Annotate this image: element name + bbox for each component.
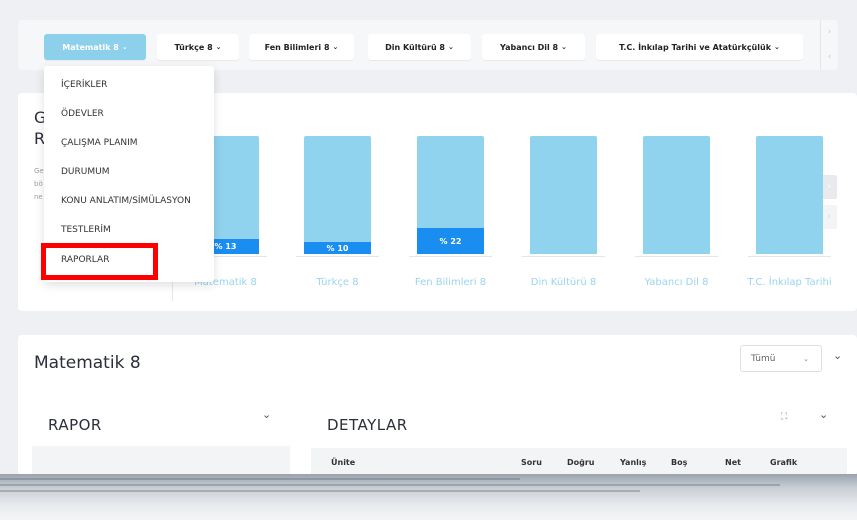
tab-inkilap-tarihi[interactable]: T.C. İnkılap Tarihi ve Atatürkçülük ⌄ (596, 34, 803, 60)
chevron-left-icon[interactable]: ‹ (821, 45, 838, 70)
col-net: Net (725, 458, 741, 467)
subject-title: Matematik 8 (34, 353, 141, 373)
tab-turkce-8[interactable]: Türkçe 8 ⌄ (157, 34, 239, 60)
overview-description: Ge bö ne (34, 167, 44, 201)
tab-matematik-8[interactable]: Matematik 8 ⌄ (44, 34, 146, 60)
bar-track[interactable] (756, 136, 823, 254)
raporlar-highlight-box (41, 243, 158, 280)
filter-value: Tümü (751, 353, 776, 364)
expand-icon[interactable]: ⛶ (781, 412, 787, 422)
category-label: Türkçe 8 (316, 277, 359, 288)
menu-item-odevler[interactable]: ÖDEVLER (61, 109, 104, 119)
chevron-down-icon: ⌄ (561, 43, 567, 51)
col-soru: Soru (521, 458, 542, 467)
detaylar-title: DETAYLAR (327, 416, 408, 434)
category-label: Din Kültürü 8 (530, 277, 597, 288)
col-unite: Ünite (331, 458, 356, 467)
chart-baseline (522, 256, 605, 257)
chevron-down-icon[interactable]: ⌄ (833, 349, 842, 362)
chart-baseline (635, 256, 718, 257)
tab-din-kulturu-8[interactable]: Din Kültürü 8 ⌄ (368, 34, 471, 60)
chevron-down-icon: ⌄ (215, 43, 222, 51)
category-label: Fen Bilimleri 8 (414, 277, 487, 288)
bar-track[interactable]: % 22 (417, 136, 484, 254)
chart-baseline (409, 256, 492, 257)
subject-tab-bar: Matematik 8 ⌄ Türkçe 8 ⌄ Fen Bilimleri 8 ⌄ … (18, 20, 838, 70)
menu-item-durumum[interactable]: DURUMUM (61, 167, 109, 177)
bar-value-fill: % 22 (417, 228, 484, 254)
filter-select[interactable]: Tümü ⌄ (740, 345, 822, 372)
rapor-card: RAPOR ⌄ (32, 400, 290, 486)
chevron-down-icon: ⌄ (121, 43, 128, 51)
chevron-down-icon[interactable]: ⌄ (819, 408, 828, 421)
tab-yabanci-dil-8[interactable]: Yabancı Dil 8 ⌄ (482, 34, 585, 60)
tab-label: Matematik 8 (62, 42, 119, 52)
category-label: T.C. İnkılap Tarihi (747, 277, 832, 288)
tab-label: Din Kültürü 8 (385, 42, 445, 52)
chevron-down-icon: ⌄ (332, 43, 339, 51)
chart-baseline (748, 256, 831, 257)
bar-track[interactable] (643, 136, 710, 254)
col-yanlis: Yanlış (620, 458, 647, 467)
tab-label: Fen Bilimleri 8 (264, 42, 330, 52)
detaylar-card: DETAYLAR ⛶ ⌄ Ünite Soru Doğru Yanlış Boş… (311, 400, 847, 480)
col-grafik: Grafik (770, 458, 798, 467)
tab-label: Yabancı Dil 8 (500, 42, 559, 52)
tab-label: T.C. İnkılap Tarihi ve Atatürkçülük (619, 42, 772, 52)
rapor-title: RAPOR (48, 416, 102, 434)
chevron-down-icon[interactable]: ⌄ (262, 408, 271, 421)
tab-label: Türkçe 8 (174, 42, 213, 52)
menu-item-icerikler[interactable]: İÇERİKLER (61, 80, 107, 90)
bar-value-fill: % 10 (304, 242, 371, 254)
chevron-down-icon: ⌄ (774, 43, 780, 51)
chevron-down-icon: ⌄ (803, 354, 809, 363)
category-label: Yabancı Dil 8 (644, 277, 709, 288)
chart-next-arrow[interactable]: › (821, 175, 837, 199)
tab-fen-bilimleri-8[interactable]: Fen Bilimleri 8 ⌄ (249, 34, 354, 60)
bar-track[interactable]: % 10 (304, 136, 371, 254)
menu-item-calisma-planim[interactable]: ÇALIŞMA PLANIM (61, 138, 138, 148)
tab-scroll-arrows: › ‹ (820, 20, 838, 70)
bar-track[interactable] (530, 136, 597, 254)
chevron-right-icon[interactable]: › (821, 20, 838, 45)
chevron-down-icon: ⌄ (448, 43, 454, 51)
menu-item-testlerim[interactable]: TESTLERİM (61, 225, 111, 235)
col-dogru: Doğru (567, 458, 595, 467)
col-bos: Boş (671, 458, 688, 467)
chart-prev-arrow[interactable]: ‹ (821, 205, 837, 229)
menu-item-konu-anlatim[interactable]: KONU ANLATIM/SİMÜLASYON (61, 196, 191, 206)
chart-baseline (296, 256, 379, 257)
blurred-edge (0, 474, 857, 520)
